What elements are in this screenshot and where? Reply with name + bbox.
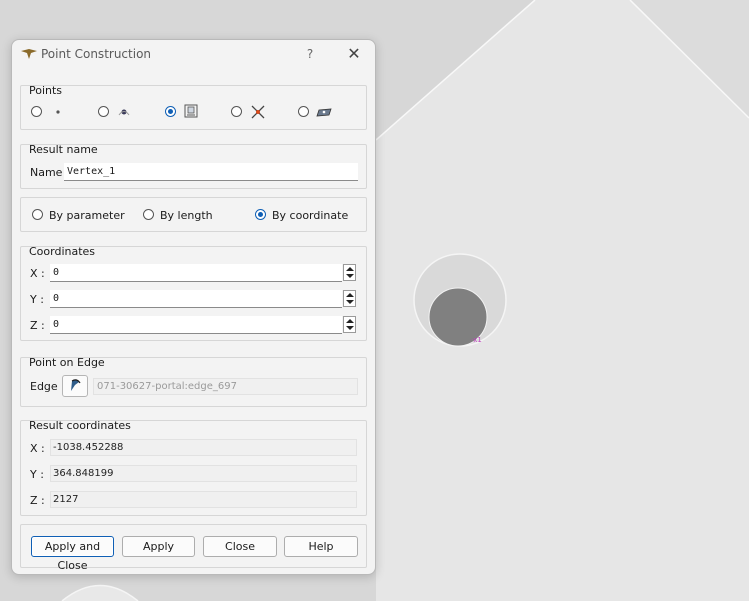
apply-button[interactable]: Apply <box>122 536 195 557</box>
construction-mode-group: By parameter By length By coordinate <box>20 197 367 232</box>
by-parameter-label[interactable]: By parameter <box>49 209 125 222</box>
point-by-coordinates-radio[interactable] <box>165 106 176 117</box>
result-x-label: X : <box>30 442 45 455</box>
z-input[interactable]: 0 <box>50 316 342 334</box>
name-label: Name <box>30 166 63 179</box>
viewport-vertex-marker: ·x1 <box>471 336 482 344</box>
point-on-surface-icon <box>316 108 332 117</box>
coordinates-group: Coordinates X : 0 Y : 0 Z : 0 <box>20 245 367 341</box>
x-label: X : <box>30 267 45 280</box>
by-coordinate-radio[interactable] <box>255 209 266 220</box>
dialog-titlebar[interactable]: Point Construction ? ✕ <box>12 40 375 70</box>
name-input[interactable]: Vertex_1 <box>64 163 358 181</box>
point-intersection-radio[interactable] <box>231 106 242 117</box>
points-group: Points <box>20 84 367 130</box>
by-parameter-radio[interactable] <box>32 209 43 220</box>
result-name-group: Result name Name Vertex_1 <box>20 143 367 189</box>
point-by-coordinates-icon <box>184 104 198 118</box>
y-input[interactable]: 0 <box>50 290 342 308</box>
close-icon[interactable]: ✕ <box>342 43 366 65</box>
point-on-edge-group: Point on Edge Edge 071-30627-portal:edge… <box>20 356 367 407</box>
edge-label: Edge <box>30 380 58 393</box>
points-group-title: Points <box>29 84 63 97</box>
z-spinner[interactable] <box>343 316 356 333</box>
select-edge-button[interactable] <box>62 375 88 397</box>
app-logo-icon <box>21 49 37 59</box>
point-on-edge-group-title: Point on Edge <box>29 356 105 369</box>
dialog-title: Point Construction <box>41 47 152 61</box>
result-y-label: Y : <box>30 468 44 481</box>
edge-selection-field[interactable]: 071-30627-portal:edge_697 <box>93 378 358 395</box>
result-z-label: Z : <box>30 494 45 507</box>
x-input[interactable]: 0 <box>50 264 342 282</box>
select-arrow-icon <box>71 379 81 391</box>
point-on-surface-radio[interactable] <box>298 106 309 117</box>
point-on-curve-radio[interactable] <box>98 106 109 117</box>
result-y-value: 364.848199 <box>50 465 357 482</box>
result-coordinates-group: Result coordinates X : -1038.452288 Y : … <box>20 419 367 516</box>
by-length-label[interactable]: By length <box>160 209 213 222</box>
y-label: Y : <box>30 293 44 306</box>
by-coordinate-label[interactable]: By coordinate <box>272 209 348 222</box>
point-on-curve-icon <box>118 109 130 116</box>
help-dialog-button[interactable]: Help <box>284 536 358 557</box>
coordinates-group-title: Coordinates <box>29 245 96 258</box>
close-button[interactable]: Close <box>203 536 277 557</box>
z-label: Z : <box>30 319 45 332</box>
result-name-group-title: Result name <box>29 143 98 156</box>
by-length-radio[interactable] <box>143 209 154 220</box>
result-x-value: -1038.452288 <box>50 439 357 456</box>
point-intersection-icon <box>251 105 265 119</box>
point-icon <box>56 110 60 114</box>
y-spinner[interactable] <box>343 290 356 307</box>
point-option-radio[interactable] <box>31 106 42 117</box>
x-spinner[interactable] <box>343 264 356 281</box>
apply-and-close-button[interactable]: Apply and Close <box>31 536 114 572</box>
result-z-value: 2127 <box>50 491 357 508</box>
point-construction-dialog: Point Construction ? ✕ Points Result nam… <box>11 39 376 575</box>
help-button[interactable]: ? <box>300 43 320 65</box>
result-coordinates-group-title: Result coordinates <box>29 419 131 432</box>
